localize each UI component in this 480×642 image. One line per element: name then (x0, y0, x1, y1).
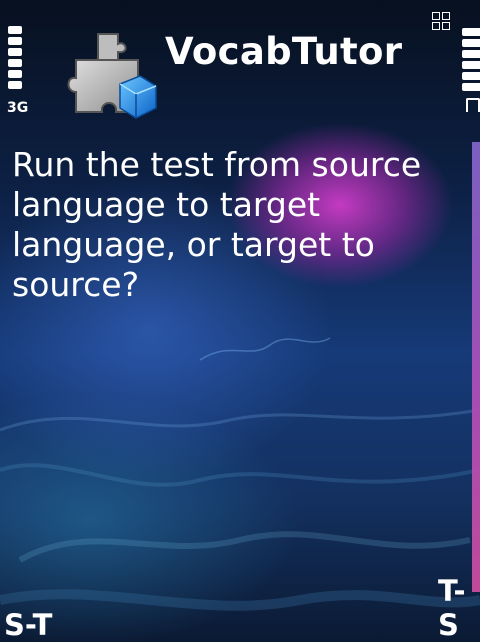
scrollbar-thumb[interactable] (472, 142, 480, 592)
signal-strength-icon (8, 26, 22, 89)
plug-icon (466, 98, 480, 112)
network-type-label: 3G (7, 100, 29, 116)
puzzle-piece-icon (67, 33, 157, 119)
app-grid-icon (432, 12, 450, 30)
right-softkey-button[interactable]: T-S (438, 574, 480, 642)
battery-icon (462, 28, 480, 91)
app-title: VocabTutor (165, 30, 403, 73)
dialog-question: Run the test from source language to tar… (12, 145, 422, 304)
left-softkey-button[interactable]: S-T (4, 608, 52, 642)
